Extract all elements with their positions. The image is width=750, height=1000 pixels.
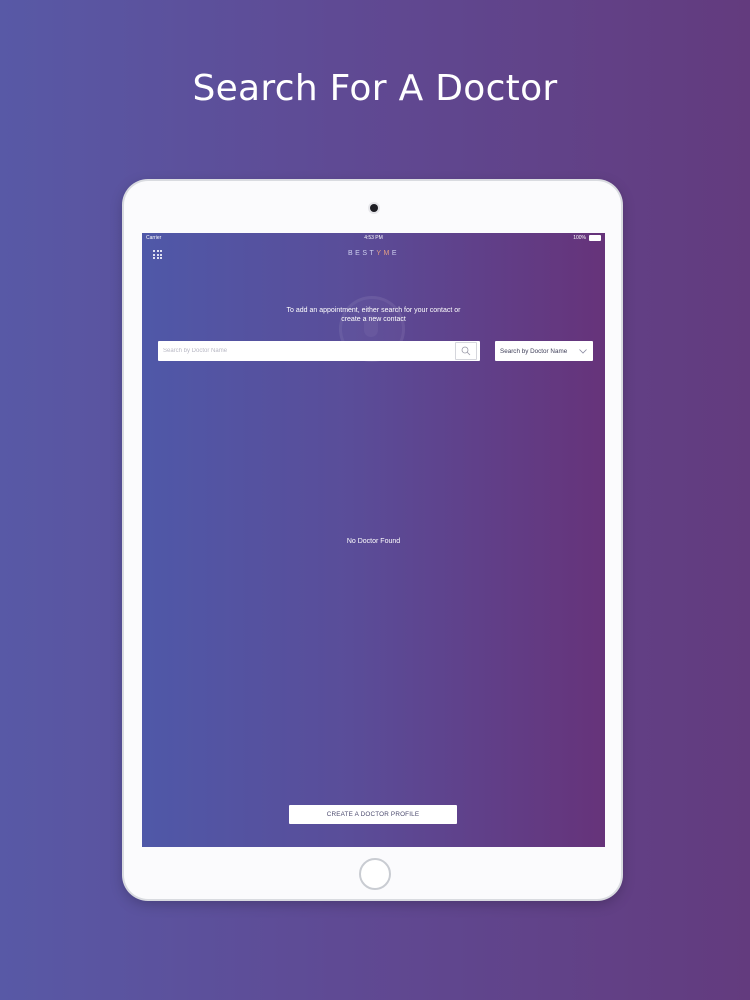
search-icon [461, 346, 471, 356]
instructions-line-1: To add an appointment, either search for… [286, 307, 461, 314]
status-right: 100% [573, 235, 601, 241]
page-headline: Search For A Doctor [192, 68, 558, 109]
status-bar: Carrier 4:53 PM 100% [142, 233, 605, 243]
search-box [158, 341, 480, 361]
home-button[interactable] [359, 858, 391, 890]
empty-state-message: No Doctor Found [346, 538, 401, 545]
front-camera [370, 204, 378, 212]
chevron-down-icon [579, 348, 587, 354]
dropdown-selected-label: Search by Doctor Name [500, 347, 568, 355]
battery-icon [589, 235, 601, 241]
search-button[interactable] [455, 342, 477, 360]
search-filter-dropdown[interactable]: Search by Doctor Name [495, 341, 593, 361]
instructions-line-2: create a new contact [341, 315, 406, 323]
ipad-device-frame: Carrier 4:53 PM 100% BESTYME To add an a… [124, 181, 621, 899]
instructions-text: To add an appointment, either search for… [142, 307, 605, 324]
battery-percent: 100% [573, 235, 586, 241]
app-logo: BESTYME [348, 250, 399, 257]
status-time: 4:53 PM [364, 235, 383, 241]
create-doctor-profile-button[interactable]: CREATE A DOCTOR PROFILE [289, 805, 457, 824]
app-screen: Carrier 4:53 PM 100% BESTYME To add an a… [142, 233, 605, 847]
search-input[interactable] [158, 341, 455, 361]
